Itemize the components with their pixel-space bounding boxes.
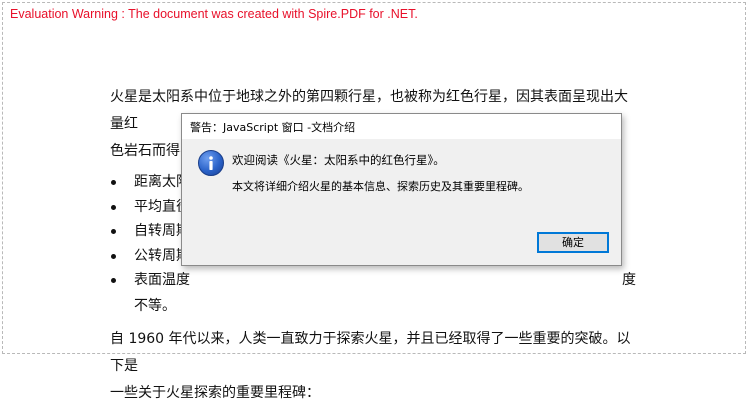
bullet-dot (111, 204, 116, 210)
bullet-dot (111, 229, 116, 234)
dialog-message-line-1: 欢迎阅读《火星：太阳系中的红色行星》。 (232, 153, 445, 167)
list-item: 表面温度度 不等。 (110, 268, 640, 319)
dialog-message-line-2: 本文将详细介绍火星的基本信息、探索历史及其重要里程碑。 (232, 180, 529, 193)
paragraph-2-line-1: 自 1960 年代以来，人类一直致力于探索火星，并且已经取得了一些重要的突破。以… (110, 330, 631, 374)
info-icon (198, 150, 224, 176)
bullet-dot (111, 278, 116, 283)
list-item-tail: 度 (622, 272, 636, 288)
dialog-title: 警告：JavaScript 窗口 -文档介绍 (190, 121, 356, 134)
paragraph-2-line-2: 一些关于火星探索的重要里程碑： (110, 384, 320, 401)
bullet-dot (111, 180, 116, 185)
bullet-dot (111, 253, 116, 259)
list-item-continuation: 不等。 (134, 297, 176, 314)
javascript-alert-dialog: 警告：JavaScript 窗口 -文档介绍 欢迎阅读《火星：太阳系中的红色行星… (181, 113, 622, 266)
ok-button[interactable]: 确定 (537, 232, 609, 253)
evaluation-warning: Evaluation Warning : The document was cr… (10, 7, 418, 21)
dialog-titlebar[interactable]: 警告：JavaScript 窗口 -文档介绍 (182, 114, 621, 139)
